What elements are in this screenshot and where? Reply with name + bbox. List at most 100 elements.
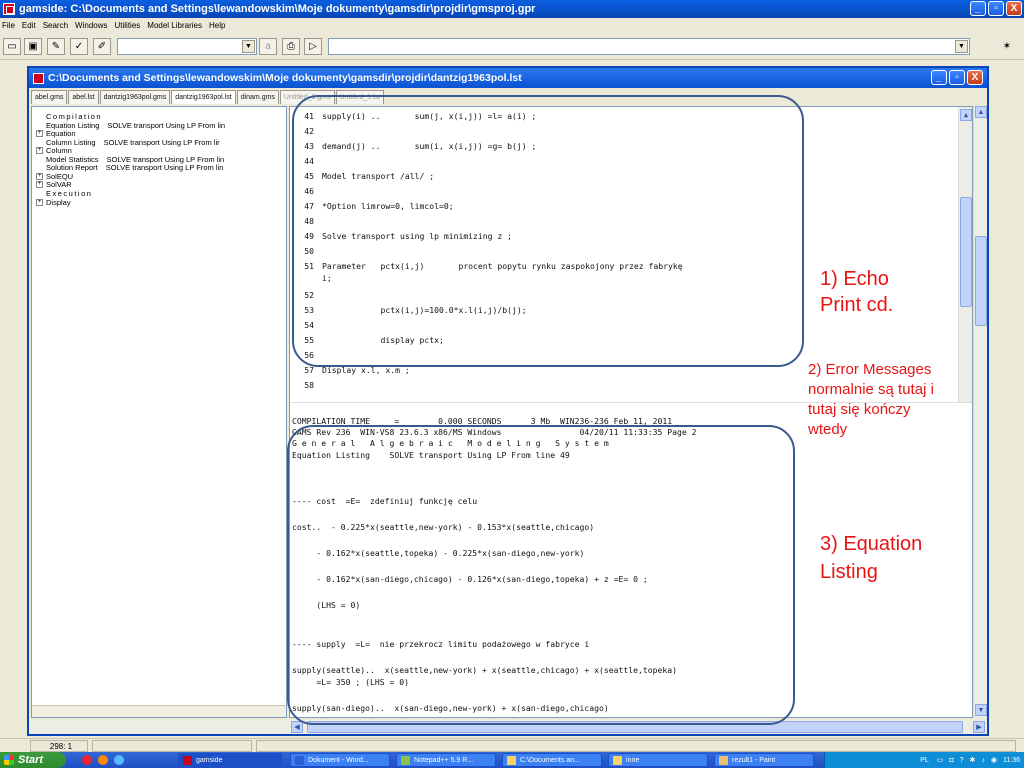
status-cell [92, 740, 252, 752]
expand-icon[interactable]: + [36, 181, 43, 188]
echo-vertical-scrollbar[interactable]: ▲ [958, 107, 972, 402]
volume-icon[interactable]: ♪ [981, 757, 985, 764]
menu-help[interactable]: Help [209, 21, 225, 30]
equation-listing-callout [287, 425, 795, 725]
maximize-button[interactable]: ▫ [988, 1, 1004, 16]
scrollbar-thumb[interactable] [975, 236, 987, 326]
scrollbar-thumb[interactable] [960, 197, 972, 307]
menu-search[interactable]: Search [43, 21, 68, 30]
taskbar: Start gamside Dokument - Word... Notepad… [0, 752, 1024, 768]
notepadpp-icon [401, 755, 410, 765]
solver-options-icon[interactable]: ✐ [93, 38, 111, 55]
run-gams-icon[interactable]: ✎ [47, 38, 65, 55]
expand-icon[interactable]: + [36, 199, 43, 206]
code-line: 58 [304, 380, 314, 390]
chevron-down-icon[interactable]: ▼ [242, 40, 255, 53]
task-word[interactable]: Dokument - Word... [290, 753, 390, 767]
menu-windows[interactable]: Windows [75, 21, 107, 30]
help-icon[interactable]: ? [960, 757, 964, 764]
menu-model-libraries[interactable]: Model Libraries [147, 21, 202, 30]
tab-abel-lst[interactable]: abel.lst [68, 90, 99, 104]
close-button[interactable]: X [967, 70, 983, 85]
status-bar: 298: 1 [0, 738, 1024, 752]
bluetooth-icon[interactable]: ✱ [970, 756, 976, 764]
maximize-button[interactable]: ▫ [949, 70, 965, 85]
gamside-app-icon [183, 755, 192, 765]
tree-item-display[interactable]: + Display [36, 198, 79, 207]
close-button[interactable]: X [1006, 1, 1022, 16]
expand-icon[interactable]: + [36, 147, 43, 154]
task-explorer-inne[interactable]: inne [608, 753, 708, 767]
scroll-left-icon[interactable]: ◀ [291, 721, 303, 733]
chevron-down-icon[interactable]: ▼ [955, 40, 968, 53]
menu-bar: File Edit Search Windows Utilities Model… [0, 18, 1024, 33]
minimize-button[interactable]: _ [970, 1, 986, 16]
opera-icon[interactable] [82, 755, 92, 765]
save-icon[interactable]: ▣ [24, 38, 42, 55]
tree-item-solvar[interactable]: + SolVAR [36, 180, 80, 189]
annotation-equation-listing: 3) Equation Listing [820, 533, 923, 583]
tab-dantzig-gms[interactable]: dantzig1963pol.gms [99, 90, 171, 104]
listing-vertical-scrollbar[interactable]: ▲ ▼ [973, 106, 987, 718]
antivirus-icon[interactable]: ◉ [991, 756, 997, 764]
tree-item-solution-report[interactable]: Solution Report SOLVE transport Using LP … [36, 163, 223, 172]
listing-window-title: C:\Documents and Settings\lewandowskim\M… [48, 72, 522, 84]
menu-edit[interactable]: Edit [22, 21, 36, 30]
scroll-up-icon[interactable]: ▲ [975, 106, 987, 118]
app-title-bar: gamside: C:\Documents and Settings\lewan… [0, 0, 1024, 18]
tree-item-equation[interactable]: + Equation [36, 129, 84, 138]
task-explorer-documents[interactable]: C:\Documents an... [502, 753, 602, 767]
firefox-icon[interactable] [98, 755, 108, 765]
gams-logo-icon[interactable]: ✶ [998, 38, 1016, 55]
language-indicator[interactable]: PL [920, 757, 929, 764]
toolbar: ▭ ▣ ✎ ✓ ✐ ▼ a ⎙ ▷ ▼ ✶ [0, 34, 1024, 60]
listing-outline-tree: Compilation Equation Listing SOLVE transp… [31, 106, 287, 718]
monitor-icon[interactable]: ▭ [937, 756, 944, 764]
minimize-button[interactable]: _ [931, 70, 947, 85]
app-title: gamside: C:\Documents and Settings\lewan… [19, 3, 536, 15]
expand-icon[interactable]: + [36, 130, 43, 137]
start-button[interactable]: Start [0, 752, 66, 768]
scroll-up-icon[interactable]: ▲ [960, 109, 972, 121]
scroll-right-icon[interactable]: ▶ [973, 721, 985, 733]
tab-abel-gms[interactable]: abel.gms [31, 90, 68, 104]
network-icon[interactable]: ◘ [949, 757, 953, 764]
echo-print-callout [292, 95, 804, 367]
task-notepadpp[interactable]: Notepad++ 5.9 R... [396, 753, 496, 767]
word-icon [295, 755, 304, 765]
gamside-doc-icon [33, 72, 44, 84]
tree-item-column[interactable]: + Column [36, 146, 80, 155]
annotation-error-messages: 2) Error Messages normalnie są tutaj i t… [808, 361, 934, 438]
navigate-icon[interactable]: ▷ [304, 38, 322, 55]
print-icon[interactable]: ⎙ [282, 38, 300, 55]
folder-icon [613, 755, 622, 765]
menu-file[interactable]: File [2, 21, 15, 30]
clock[interactable]: 11:36 [1003, 757, 1020, 764]
tree-item-execution[interactable]: Execution [36, 189, 100, 198]
tree-item-compilation[interactable]: Compilation [36, 112, 110, 121]
listing-window-controls: _ ▫ X [931, 70, 983, 85]
help-icon[interactable] [114, 755, 124, 765]
folder-icon [507, 755, 516, 765]
open-folder-icon[interactable]: ▭ [3, 38, 21, 55]
paint-icon [719, 755, 728, 765]
gamside-app-icon [3, 3, 15, 15]
system-tray: PL ▭ ◘ ? ✱ ♪ ◉ 11:36 [824, 752, 1024, 768]
tree-horizontal-scrollbar[interactable] [32, 705, 286, 717]
annotation-echo-print: 1) Echo Print cd. [820, 268, 894, 316]
parameter-combo[interactable]: ▼ [117, 38, 257, 55]
status-cell [256, 740, 1016, 752]
expand-icon[interactable]: + [36, 173, 43, 180]
tab-dantzig-lst[interactable]: dantzig1963pol.lst [171, 90, 236, 104]
tab-dinam-gms[interactable]: dinam.gms [236, 90, 279, 104]
scroll-down-icon[interactable]: ▼ [975, 704, 987, 716]
run-with-options-icon[interactable]: ✓ [70, 38, 88, 55]
path-combo[interactable]: ▼ [328, 38, 970, 55]
menu-utilities[interactable]: Utilities [115, 21, 141, 30]
window-controls: _ ▫ X [970, 1, 1022, 16]
listing-window-title-bar: C:\Documents and Settings\lewandowskim\M… [29, 68, 987, 88]
task-gamside[interactable]: gamside [178, 753, 282, 767]
model-library-button[interactable]: a [259, 38, 277, 55]
task-paint[interactable]: rezult1 - Paint [714, 753, 814, 767]
cursor-position: 298: 1 [30, 740, 88, 752]
